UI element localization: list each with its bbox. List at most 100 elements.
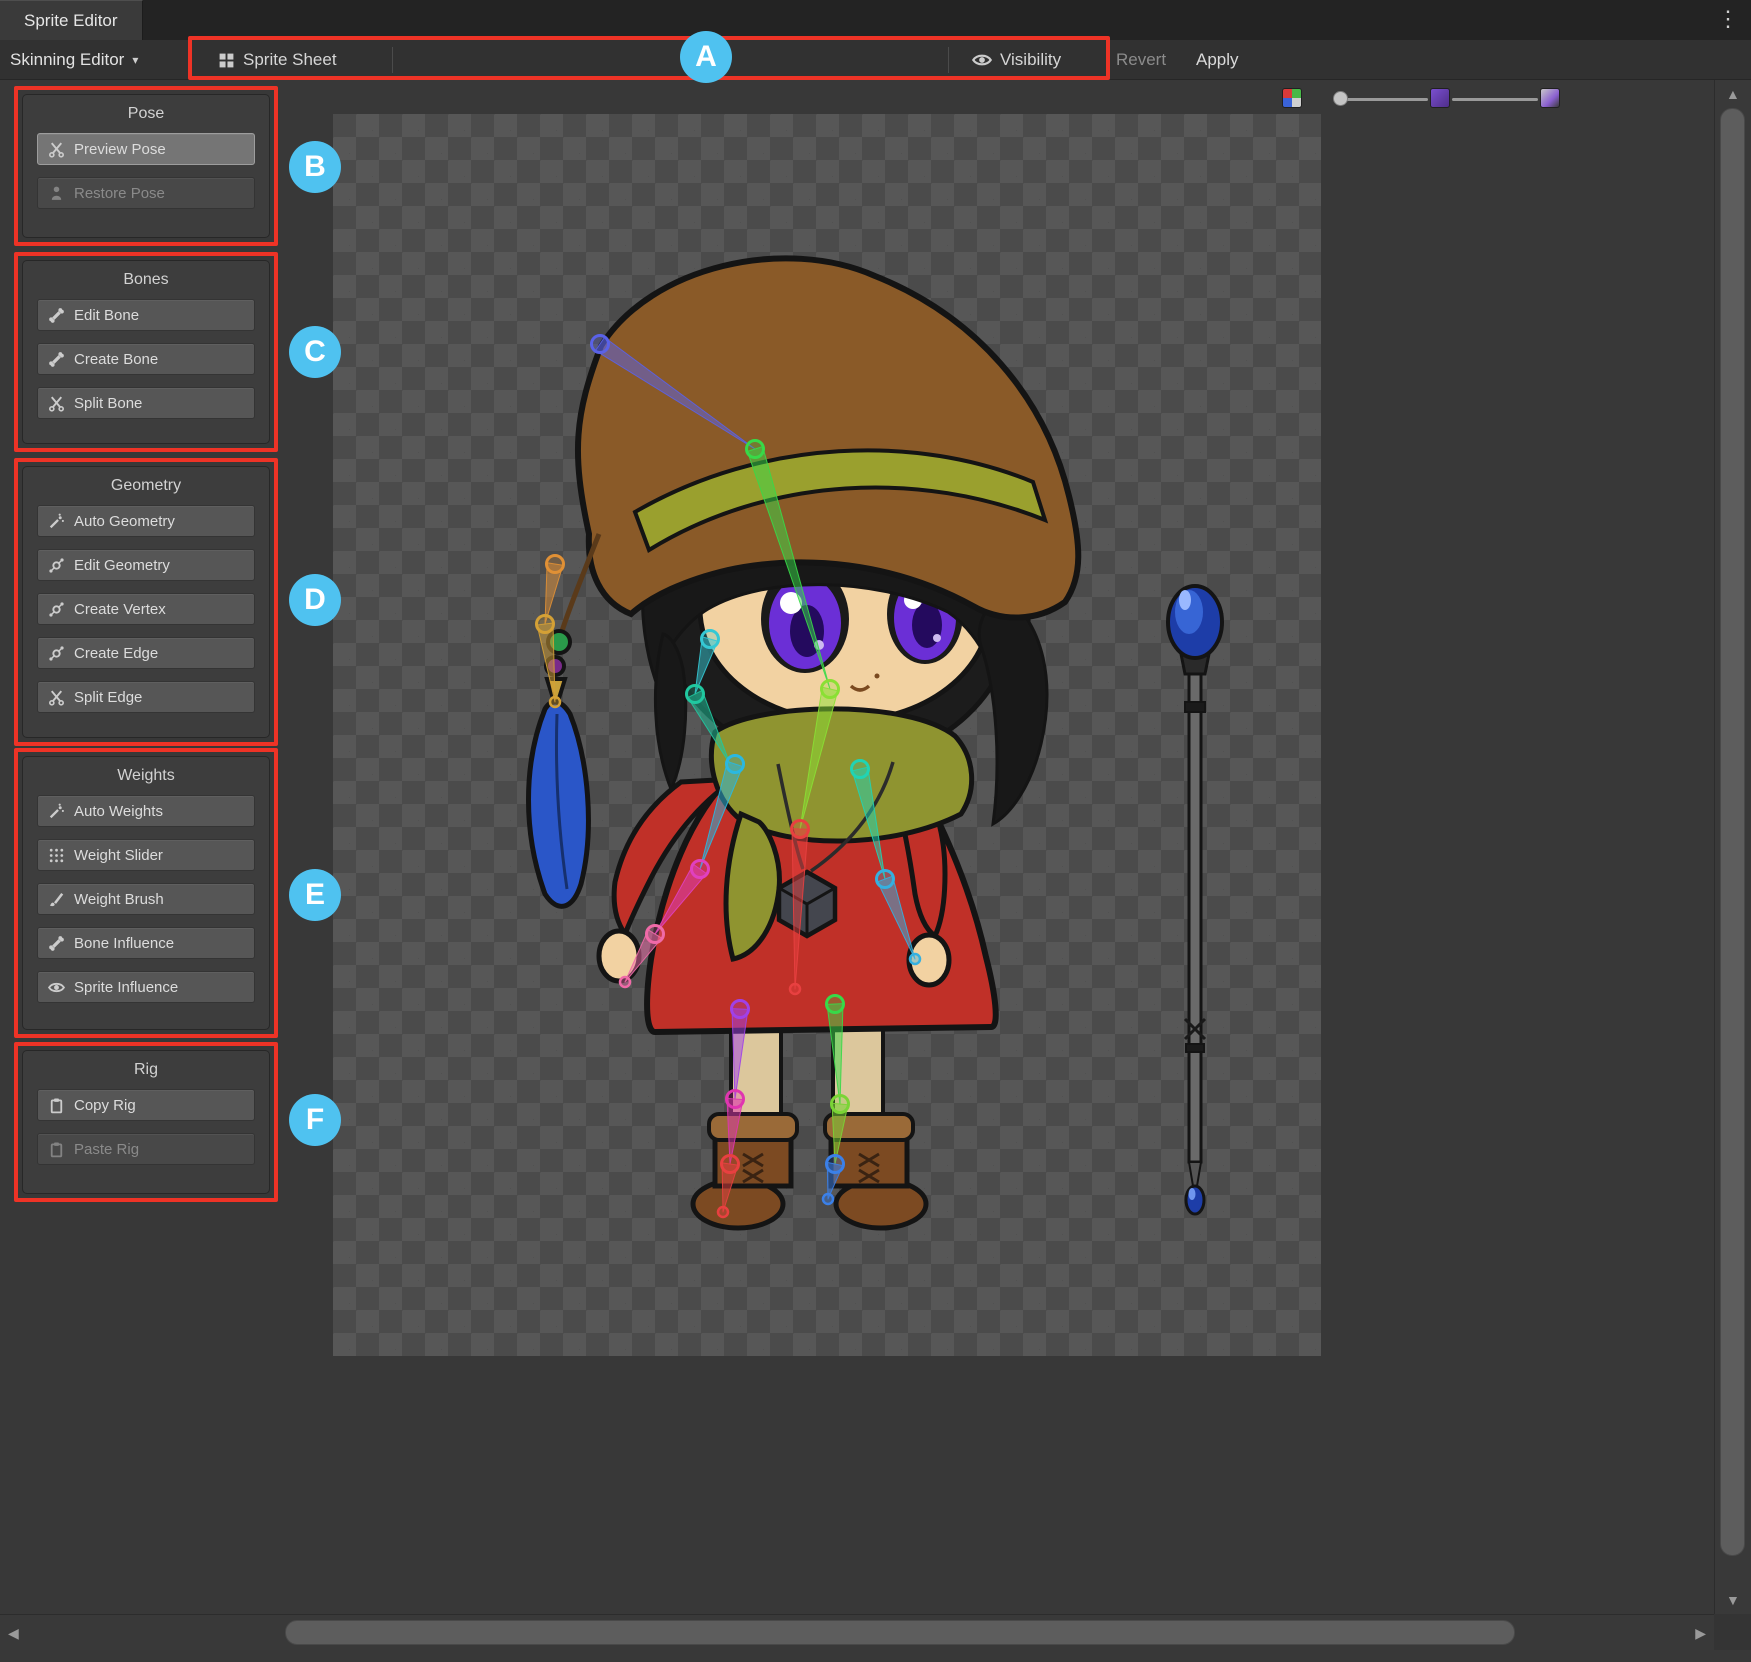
button-label: Split Edge bbox=[74, 689, 142, 706]
visibility-label: Visibility bbox=[1000, 50, 1061, 70]
button-label: Edit Geometry bbox=[74, 557, 170, 574]
scroll-left-arrow[interactable]: ◀ bbox=[8, 1625, 19, 1642]
sprite-sheet-icon bbox=[218, 52, 235, 69]
split-edge-button[interactable]: Split Edge bbox=[37, 681, 255, 713]
bone-influence-button[interactable]: Bone Influence bbox=[37, 927, 255, 959]
button-label: Restore Pose bbox=[74, 185, 165, 202]
create-bone-button[interactable]: Create Bone bbox=[37, 343, 255, 375]
panel-title: Weights bbox=[37, 763, 255, 795]
sprite-sheet-button[interactable]: Sprite Sheet bbox=[218, 40, 337, 80]
zoom-slider-knob[interactable] bbox=[1333, 91, 1348, 106]
sprite-sheet-label: Sprite Sheet bbox=[243, 50, 337, 70]
button-label: Sprite Influence bbox=[74, 979, 178, 996]
window-menu-icon[interactable]: ⋮ bbox=[1717, 6, 1739, 32]
split-bone-button[interactable]: Split Bone bbox=[37, 387, 255, 419]
gradient-icon[interactable] bbox=[1540, 88, 1560, 108]
restore-pose-icon bbox=[48, 185, 65, 202]
button-label: Auto Weights bbox=[74, 803, 163, 820]
edit-bone-button[interactable]: Edit Bone bbox=[37, 299, 255, 331]
sprite-influence-button[interactable]: Sprite Influence bbox=[37, 971, 255, 1003]
weights-panel: Weights Auto Weights Weight Slider Weigh… bbox=[22, 756, 270, 1030]
panel-title: Geometry bbox=[37, 473, 255, 505]
toolbar-separator bbox=[392, 47, 393, 73]
panel-title: Rig bbox=[37, 1057, 255, 1089]
scroll-up-arrow[interactable]: ▲ bbox=[1726, 86, 1740, 102]
weights-group: Weights Auto Weights Weight Slider Weigh… bbox=[14, 748, 278, 1038]
sprite-influence-icon bbox=[48, 979, 65, 996]
edit-geometry-button[interactable]: Edit Geometry bbox=[37, 549, 255, 581]
eye-icon bbox=[972, 50, 992, 70]
geometry-panel: Geometry Auto Geometry Edit Geometry Cre… bbox=[22, 466, 270, 738]
alpha-slider-track[interactable] bbox=[1452, 98, 1538, 101]
skinning-toolbar: Skinning Editor ▾ Sprite Sheet Visibilit… bbox=[0, 40, 1751, 80]
edit-bone-icon bbox=[48, 307, 65, 324]
chevron-down-icon: ▾ bbox=[132, 53, 138, 67]
toolbar-separator bbox=[948, 47, 949, 73]
texture-icon[interactable] bbox=[1430, 88, 1450, 108]
tab-label: Sprite Editor bbox=[24, 11, 118, 31]
panel-title: Pose bbox=[37, 101, 255, 133]
callout-d: D bbox=[289, 574, 341, 626]
restore-pose-button[interactable]: Restore Pose bbox=[37, 177, 255, 209]
panel-title: Bones bbox=[37, 267, 255, 299]
bones-panel: Bones Edit Bone Create Bone Split Bone bbox=[22, 260, 270, 444]
callout-c: C bbox=[289, 326, 341, 378]
scroll-down-arrow[interactable]: ▼ bbox=[1726, 1592, 1740, 1608]
sprite-canvas[interactable] bbox=[333, 114, 1321, 1356]
horizontal-scrollbar-thumb[interactable] bbox=[285, 1620, 1515, 1645]
callout-e: E bbox=[289, 869, 341, 921]
vertical-scrollbar[interactable]: ▲ ▼ bbox=[1714, 80, 1751, 1614]
character-sprite bbox=[333, 114, 1321, 1356]
preview-pose-button[interactable]: Preview Pose bbox=[37, 133, 255, 165]
weight-brush-icon bbox=[48, 891, 65, 908]
copy-rig-button[interactable]: Copy Rig bbox=[37, 1089, 255, 1121]
button-label: Paste Rig bbox=[74, 1141, 139, 1158]
weight-slider-button[interactable]: Weight Slider bbox=[37, 839, 255, 871]
paste-rig-icon bbox=[48, 1141, 65, 1158]
create-edge-button[interactable]: Create Edge bbox=[37, 637, 255, 669]
callout-f: F bbox=[289, 1094, 341, 1146]
auto-geometry-button[interactable]: Auto Geometry bbox=[37, 505, 255, 537]
create-bone-icon bbox=[48, 351, 65, 368]
zoom-slider-track[interactable] bbox=[1336, 98, 1428, 101]
weight-slider-icon bbox=[48, 847, 65, 864]
scroll-right-arrow[interactable]: ▶ bbox=[1695, 1625, 1706, 1642]
apply-label: Apply bbox=[1196, 50, 1239, 70]
geometry-group: Geometry Auto Geometry Edit Geometry Cre… bbox=[14, 458, 278, 746]
button-label: Split Bone bbox=[74, 395, 142, 412]
button-label: Preview Pose bbox=[74, 141, 166, 158]
rig-group: Rig Copy Rig Paste Rig bbox=[14, 1042, 278, 1202]
callout-b: B bbox=[289, 141, 341, 193]
rgb-channels-icon[interactable] bbox=[1282, 88, 1302, 108]
create-vertex-button[interactable]: Create Vertex bbox=[37, 593, 255, 625]
revert-button[interactable]: Revert bbox=[1116, 40, 1166, 80]
button-label: Weight Slider bbox=[74, 847, 163, 864]
rig-panel: Rig Copy Rig Paste Rig bbox=[22, 1050, 270, 1194]
mode-label: Skinning Editor bbox=[10, 50, 124, 70]
visibility-toggle[interactable]: Visibility bbox=[972, 40, 1061, 80]
vertical-scrollbar-thumb[interactable] bbox=[1720, 108, 1745, 1556]
auto-weights-icon bbox=[48, 803, 65, 820]
button-label: Create Vertex bbox=[74, 601, 166, 618]
callout-a: A bbox=[680, 31, 732, 83]
apply-button[interactable]: Apply bbox=[1196, 40, 1239, 80]
button-label: Create Bone bbox=[74, 351, 158, 368]
bones-group: Bones Edit Bone Create Bone Split Bone bbox=[14, 252, 278, 452]
pose-panel: Pose Preview Pose Restore Pose bbox=[22, 94, 270, 238]
split-bone-icon bbox=[48, 395, 65, 412]
weight-brush-button[interactable]: Weight Brush bbox=[37, 883, 255, 915]
tab-sprite-editor[interactable]: Sprite Editor bbox=[0, 0, 143, 40]
paste-rig-button[interactable]: Paste Rig bbox=[37, 1133, 255, 1165]
button-label: Weight Brush bbox=[74, 891, 164, 908]
copy-rig-icon bbox=[48, 1097, 65, 1114]
horizontal-scrollbar[interactable]: ◀ ▶ bbox=[0, 1614, 1714, 1650]
split-edge-icon bbox=[48, 689, 65, 706]
sprite-editor-window: Sprite Editor ⋮ Skinning Editor ▾ Sprite… bbox=[0, 0, 1751, 1662]
character-graphic bbox=[529, 258, 1079, 1228]
auto-weights-button[interactable]: Auto Weights bbox=[37, 795, 255, 827]
create-edge-icon bbox=[48, 645, 65, 662]
edit-geometry-icon bbox=[48, 557, 65, 574]
mode-dropdown[interactable]: Skinning Editor ▾ bbox=[10, 40, 138, 80]
scrollbar-corner bbox=[1714, 1614, 1751, 1650]
button-label: Edit Bone bbox=[74, 307, 139, 324]
